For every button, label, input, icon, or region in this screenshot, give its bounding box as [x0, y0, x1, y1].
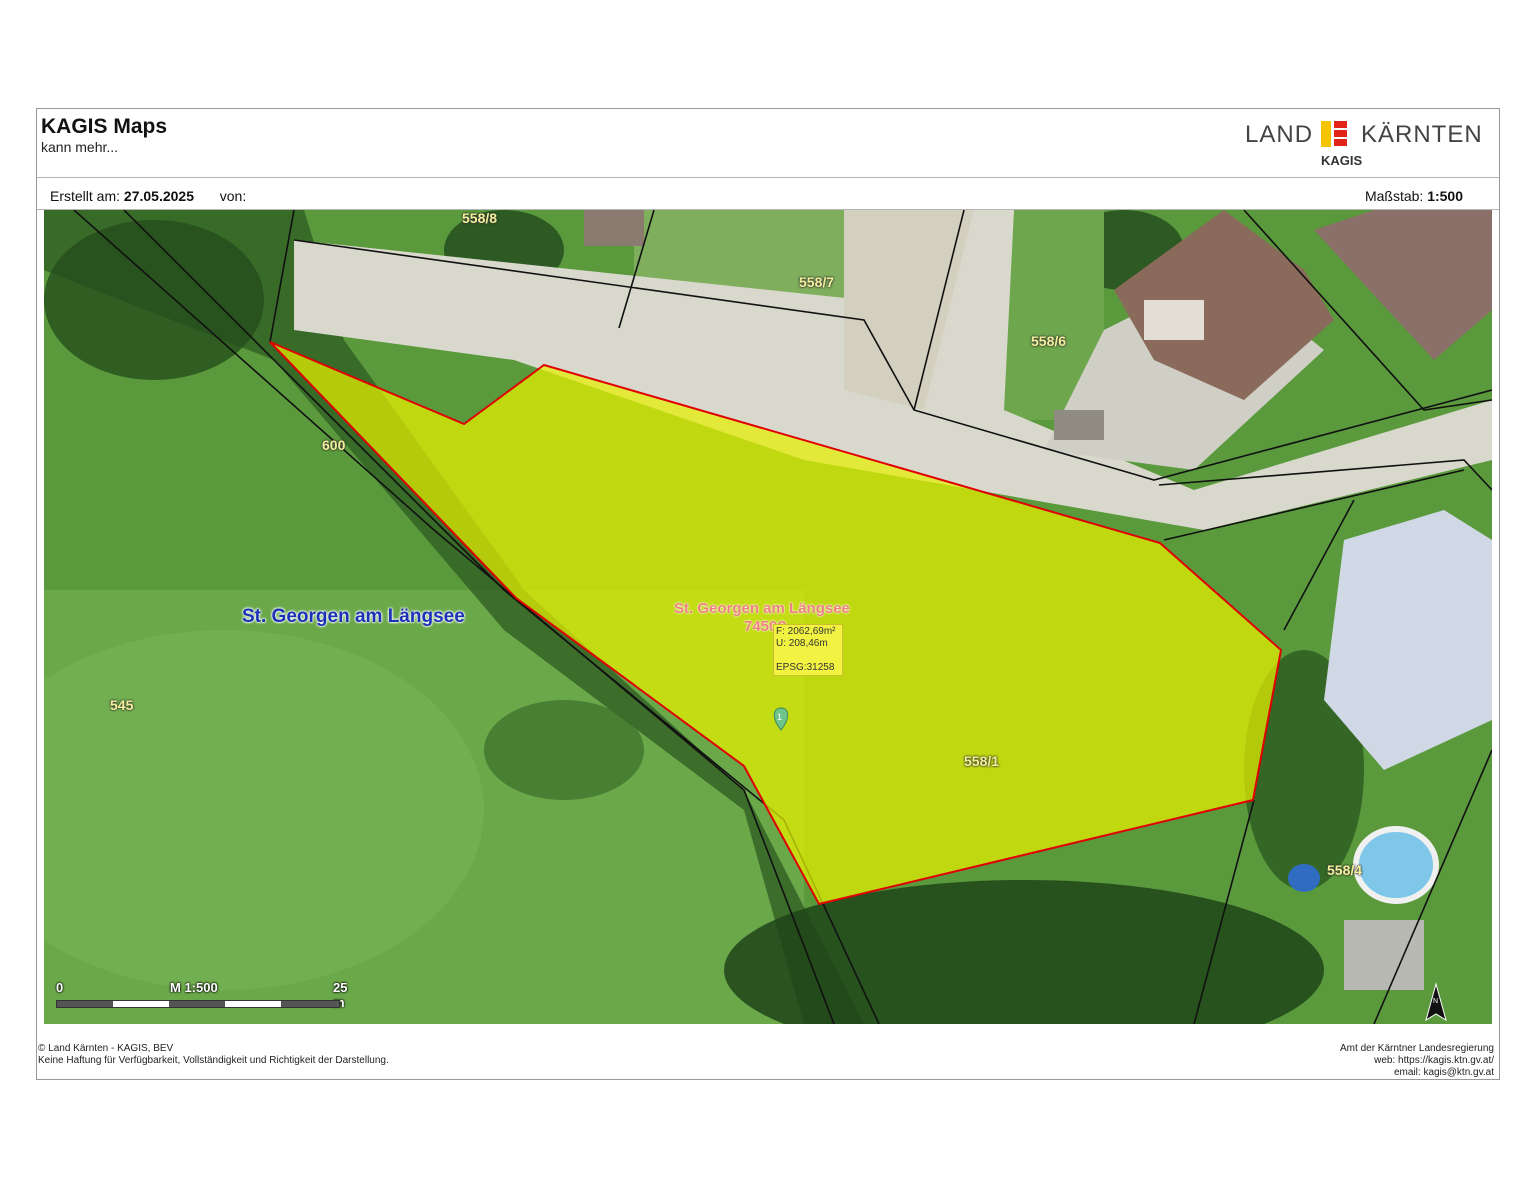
logo-kaernten-text: KÄRNTEN: [1361, 121, 1483, 148]
north-label: N: [1433, 998, 1439, 1005]
coat-of-arms-icon: [1321, 121, 1349, 147]
disclaimer-text: Keine Haftung für Verfügbarkeit, Vollstä…: [38, 1055, 389, 1066]
parcel-label: 558/6: [1031, 333, 1067, 349]
email-link[interactable]: email: kagis@ktn.gv.at: [1340, 1067, 1494, 1079]
measurement-box: F: 2062,69m² U: 208,46m EPSG:31258: [773, 624, 843, 676]
parcel-label: 558/8: [462, 210, 498, 226]
scale-label: M 1:500: [170, 980, 218, 995]
author-label: von:: [219, 188, 247, 204]
agency-text: Amt der Kärntner Landesregierung: [1340, 1043, 1494, 1054]
footer-left: © Land Kärnten - KAGIS, BEV Keine Haftun…: [38, 1043, 389, 1067]
scale-info: Maßstab: 1:500: [1365, 188, 1463, 204]
parcel-label: 545: [110, 697, 134, 713]
created-date: 27.05.2025: [123, 188, 194, 204]
marker-number: 1: [777, 712, 783, 722]
perimeter-value: U: 208,46m: [776, 638, 828, 649]
footer-right: Amt der Kärntner Landesregierung web: ht…: [1340, 1043, 1494, 1079]
area-value: F: 2062,69m²: [776, 626, 836, 637]
meta-bar: Erstellt am: 27.05.2025 von: Maßstab: 1:…: [37, 177, 1499, 210]
scale-bar: 0 M 1:500 25 m: [54, 980, 354, 1010]
north-arrow-icon: N: [1424, 982, 1448, 1022]
scale-value: 1:500: [1427, 188, 1463, 204]
parcel-label: 558/7: [799, 274, 835, 290]
app-subtitle: kann mehr...: [41, 139, 119, 155]
copyright-text: © Land Kärnten - KAGIS, BEV: [38, 1043, 174, 1054]
web-link[interactable]: web: https://kagis.ktn.gv.at/: [1340, 1055, 1494, 1067]
parcel-label: 558/1: [964, 753, 1000, 769]
parcel-label: 600: [322, 437, 346, 453]
created-label: Erstellt am:: [50, 188, 121, 204]
parcel-label: 558/4: [1327, 862, 1363, 878]
app-title: KAGIS Maps: [41, 115, 168, 138]
scale-label: Maßstab:: [1364, 188, 1424, 204]
epsg-value: EPSG:31258: [776, 662, 835, 673]
land-kaernten-logo: LAND KÄRNTEN KAGIS: [1245, 117, 1485, 173]
place-name-label: St. Georgen am Längsee: [242, 606, 465, 627]
highlight-place-label: St. Georgen am Längsee: [674, 600, 850, 617]
logo-kagis-text: KAGIS: [1321, 153, 1363, 168]
aerial-map[interactable]: 558/8 558/7 558/6 600 545 558/1 558/4 St…: [44, 210, 1492, 1024]
logo-land-text: LAND: [1245, 121, 1314, 148]
sheet-header: KAGIS Maps kann mehr... LAND KÄRNTEN KAG…: [37, 109, 1499, 178]
created-info: Erstellt am: 27.05.2025 von:: [50, 188, 246, 204]
scale-start: 0: [56, 980, 64, 995]
